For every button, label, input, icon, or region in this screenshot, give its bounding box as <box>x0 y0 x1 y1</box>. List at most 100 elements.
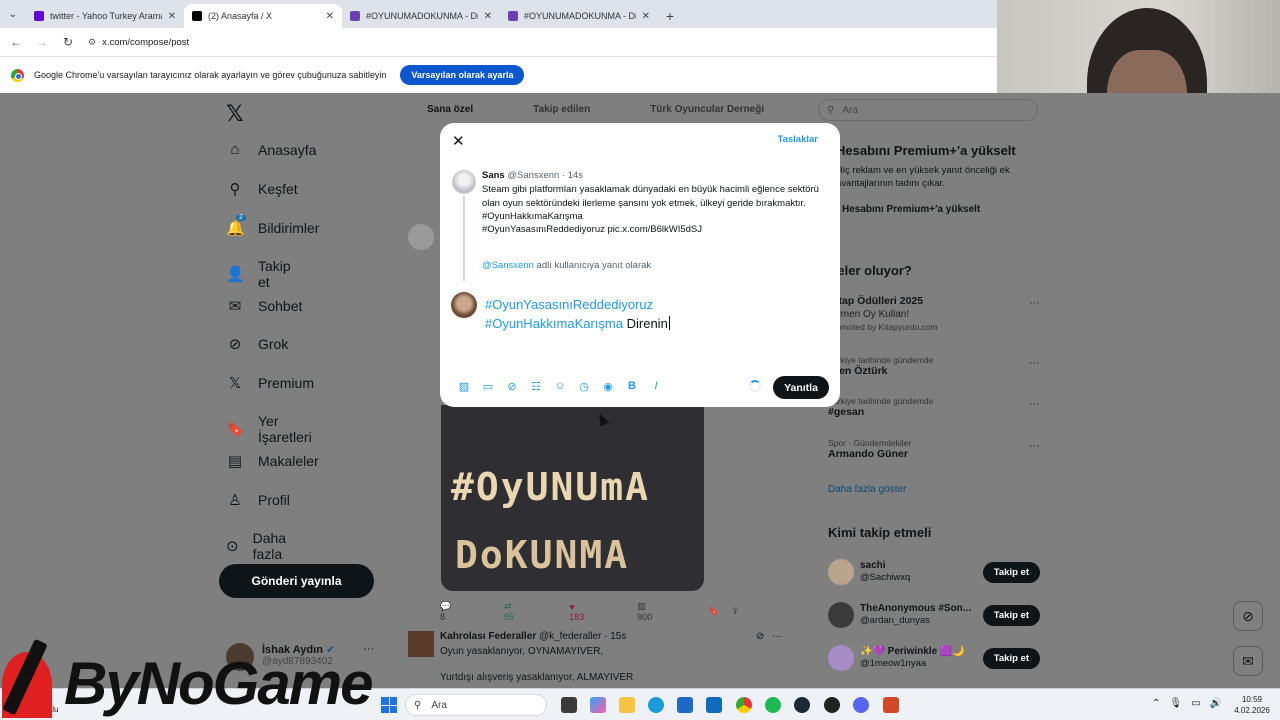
sidebar-item-sohbet[interactable]: ✉ Sohbet <box>226 297 303 315</box>
outlook-icon[interactable] <box>706 697 722 713</box>
close-tab-icon[interactable]: ✕ <box>168 11 176 22</box>
show-more-link[interactable]: Daha fazla göster <box>828 484 906 495</box>
gif-icon[interactable]: ▭ <box>476 380 500 393</box>
post-image[interactable]: #OyUNUmA DoKUNMA <box>441 405 704 591</box>
sidebar-item-daha-fazla[interactable]: ⊙ Daha fazla <box>226 530 291 562</box>
steam-icon[interactable] <box>794 697 810 713</box>
volume-icon[interactable]: 🔊 <box>1210 698 1222 709</box>
file-explorer-icon[interactable] <box>561 697 577 713</box>
edge-icon[interactable] <box>648 697 664 713</box>
sidebar-item-bildirimler[interactable]: 🔔 2 Bildirimler <box>226 214 320 237</box>
sidebar-item-grok[interactable]: ⊘ Grok <box>226 335 289 353</box>
follow-button[interactable]: Takip et <box>982 561 1040 583</box>
premium-button[interactable]: Hesabını Premium+'a yükselt <box>836 198 986 221</box>
sidebar-item-label: Bildirimler <box>258 220 320 236</box>
messages-float-icon[interactable]: ✉ <box>1233 646 1263 676</box>
more-dots-icon[interactable]: ··· <box>1029 440 1040 452</box>
trend-item[interactable]: Spor · Gündemdekiler Armando Güner ··· <box>828 438 1040 460</box>
trend-item[interactable]: Türkiye tarihinde gündemde Eren Öztürk ·… <box>828 355 1040 377</box>
chevron-up-icon[interactable]: ⌃ <box>1152 698 1160 709</box>
bookmark-icon[interactable]: 🔖 <box>708 606 719 617</box>
network-icon[interactable]: ▭ <box>1191 698 1200 709</box>
taskbar-search[interactable]: ⚲ Ara <box>405 694 547 716</box>
post-actions: 💬 8 ⇄ 95 ♥ 183 ▥ 900 🔖 ⇪ <box>440 601 785 622</box>
post-button[interactable]: Gönderi yayınla <box>219 564 374 598</box>
grok-float-icon[interactable]: ⊘ <box>1233 601 1263 631</box>
views-icon[interactable]: ▥ 900 <box>637 601 662 622</box>
set-default-button[interactable]: Varsayılan olarak ayarla <box>400 65 525 85</box>
close-tab-icon[interactable]: ✕ <box>642 11 650 22</box>
site-settings-icon[interactable]: ⚙ <box>88 37 96 48</box>
tab-community[interactable]: Türk Oyuncular Derneği <box>650 104 764 115</box>
discord-icon[interactable] <box>853 697 869 713</box>
bold-icon[interactable]: B <box>620 380 644 393</box>
sidebar-item-makaleler[interactable]: ▤ Makaleler <box>226 452 319 470</box>
trend-item[interactable]: Türkiye tarihinde gündemde #gesan ··· <box>828 396 1040 418</box>
browser-tab[interactable]: #OYUNUMADOKUNMA - Dijita ✕ <box>500 4 658 28</box>
premium-heading: Hesabını Premium+'a yükselt <box>836 143 1016 158</box>
follow-suggestion[interactable]: sachi @Sachiwxq Takip et <box>828 557 1040 587</box>
mic-icon[interactable]: 🎙 <box>1169 698 1182 709</box>
forward-arrow-icon[interactable]: → <box>36 35 48 49</box>
suggested-user-handle: @Sachiwxq <box>860 572 911 583</box>
tab-following[interactable]: Takip edilen <box>533 104 590 115</box>
sidebar-item-yer-i-şaretleri[interactable]: 🔖 Yer İşaretleri <box>226 413 312 445</box>
folder-icon[interactable] <box>619 697 635 713</box>
new-tab-plus-icon[interactable]: + <box>658 4 682 28</box>
share-icon[interactable]: ⇪ <box>731 606 739 617</box>
location-icon[interactable]: ◉ <box>596 380 620 393</box>
sidebar-item-premium[interactable]: 𝕏 Premium <box>226 374 314 392</box>
tab-search-chevron-icon[interactable]: ⌄ <box>0 0 26 28</box>
avatar <box>408 224 434 250</box>
url-field[interactable]: ⚙ x.com/compose/post <box>88 37 189 48</box>
grok-icon[interactable]: ⊘ <box>500 380 524 393</box>
like-icon[interactable]: ♥ 183 <box>569 602 591 622</box>
store-icon[interactable] <box>677 697 693 713</box>
replying-user-link[interactable]: @Sansxenn <box>482 260 534 271</box>
browser-tab-active[interactable]: (2) Anasayfa / X ✕ <box>184 4 342 28</box>
more-dots-icon[interactable]: ··· <box>772 631 782 642</box>
poll-icon[interactable]: ☷ <box>524 380 548 393</box>
game-app-icon[interactable] <box>883 697 899 713</box>
schedule-icon[interactable]: ◷ <box>572 380 596 393</box>
tweet-author: Kahrolası Federaller <box>440 631 537 642</box>
chrome-icon[interactable] <box>736 697 752 713</box>
italic-icon[interactable]: I <box>644 380 668 393</box>
bynogame-watermark-logo: ByNoGame <box>0 632 400 720</box>
more-dots-icon[interactable]: ··· <box>1029 398 1040 410</box>
image-icon[interactable]: ▨ <box>452 380 476 393</box>
app-icon[interactable] <box>824 697 840 713</box>
follow-button[interactable]: Takip et <box>982 604 1040 626</box>
original-time: · 14s <box>561 170 584 181</box>
emoji-icon[interactable]: ☺ <box>548 380 572 393</box>
trend-item[interactable]: Kitap Ödülleri 2025 Hemen Oy Kullan! Pro… <box>828 295 1040 332</box>
reply-button[interactable]: Yanıtla <box>773 376 829 399</box>
reload-icon[interactable]: ↻ <box>62 35 74 49</box>
search-input[interactable]: ⚲ Ara <box>818 99 1038 121</box>
spotify-icon[interactable] <box>765 697 781 713</box>
follow-button[interactable]: Takip et <box>982 647 1040 669</box>
repost-icon[interactable]: ⇄ 95 <box>504 601 523 622</box>
sidebar-item-takip-et[interactable]: 👤 Takip et <box>226 258 291 290</box>
grok-icon[interactable]: ⊘ <box>756 631 764 642</box>
more-dots-icon[interactable]: ··· <box>1029 297 1040 309</box>
reply-textarea[interactable]: #OyunYasasınıReddediyoruz #OyunHakkımaKa… <box>485 295 825 333</box>
back-arrow-icon[interactable]: ← <box>10 35 22 49</box>
close-tab-icon[interactable]: ✕ <box>484 11 492 22</box>
sidebar-item-anasayfa[interactable]: ⌂ Anasayfa <box>226 141 316 158</box>
sidebar-item-keşfet[interactable]: ⚲ Keşfet <box>226 180 298 198</box>
more-dots-icon[interactable]: ··· <box>1029 357 1040 369</box>
reply-icon[interactable]: 💬 8 <box>440 601 458 622</box>
x-logo-icon[interactable]: 𝕏 <box>226 101 244 127</box>
close-tab-icon[interactable]: ✕ <box>326 11 334 22</box>
sidebar-item-profil[interactable]: ♙ Profil <box>226 491 290 509</box>
drafts-link[interactable]: Taslaklar <box>778 134 819 145</box>
tab-for-you[interactable]: Sana özel <box>427 104 473 115</box>
browser-tab[interactable]: twitter - Yahoo Turkey Arama S ✕ <box>26 4 184 28</box>
follow-suggestion[interactable]: TheAnonymous #Son... @ardan_dunyas Takip … <box>828 600 1040 630</box>
browser-tab[interactable]: #OYUNUMADOKUNMA - Dijita ✕ <box>342 4 500 28</box>
clock[interactable]: 10:59 4.02.2026 <box>1228 694 1276 716</box>
copilot-icon[interactable] <box>590 697 606 713</box>
follow-suggestion[interactable]: ✨💜 Periwinkle 🟪🌙 @1meow1nyaa Takip et <box>828 643 1040 673</box>
close-icon[interactable]: ✕ <box>452 132 465 150</box>
